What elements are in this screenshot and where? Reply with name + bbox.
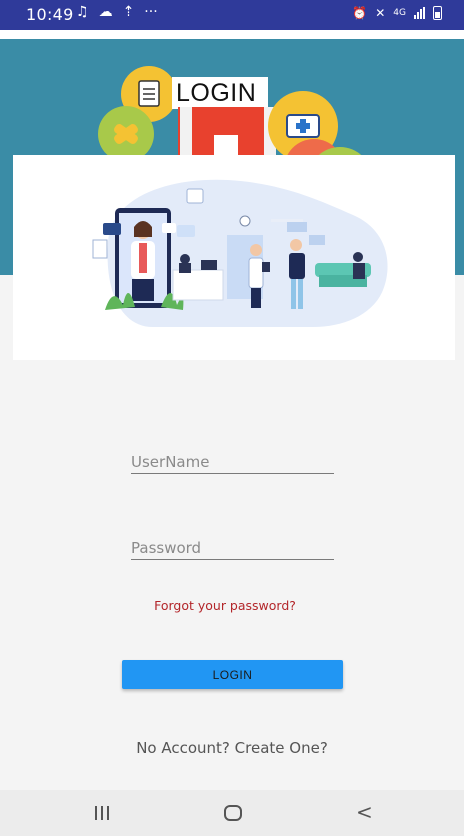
alarm-icon: ⏰ [352, 6, 368, 20]
login-button[interactable]: LOGIN [122, 660, 343, 689]
back-icon[interactable]: < [356, 800, 373, 824]
status-right-icons: ⏰ ✕ 4G [352, 6, 442, 20]
navigation-bar: < [0, 790, 464, 836]
music-note-icon: ♫ [76, 4, 89, 20]
telemedicine-illustration [92, 179, 388, 327]
page-title: LOGIN [176, 79, 257, 107]
username-input[interactable] [131, 450, 334, 474]
more-dots-icon: ··· [144, 4, 158, 20]
signal-icon [414, 7, 425, 19]
cloud-icon: ☁ [98, 4, 113, 20]
network-4g-icon: 4G [393, 8, 406, 18]
doctor-illustration [13, 155, 455, 360]
status-bar: 10:49 ♫ ☁ ⇡ ··· ⏰ ✕ 4G [0, 0, 464, 30]
recents-icon[interactable] [95, 806, 109, 820]
password-input[interactable] [131, 536, 334, 560]
status-time: 10:49 [26, 5, 74, 24]
create-account-link[interactable]: No Account? Create One? [0, 739, 464, 757]
status-left-icons: ♫ ☁ ⇡ ··· [76, 4, 158, 20]
home-icon[interactable] [224, 805, 242, 821]
top-divider [0, 30, 464, 39]
upload-icon: ⇡ [122, 4, 135, 20]
battery-icon [433, 6, 442, 20]
mute-icon: ✕ [375, 6, 386, 20]
forgot-password-link[interactable]: Forgot your password? [0, 598, 450, 613]
